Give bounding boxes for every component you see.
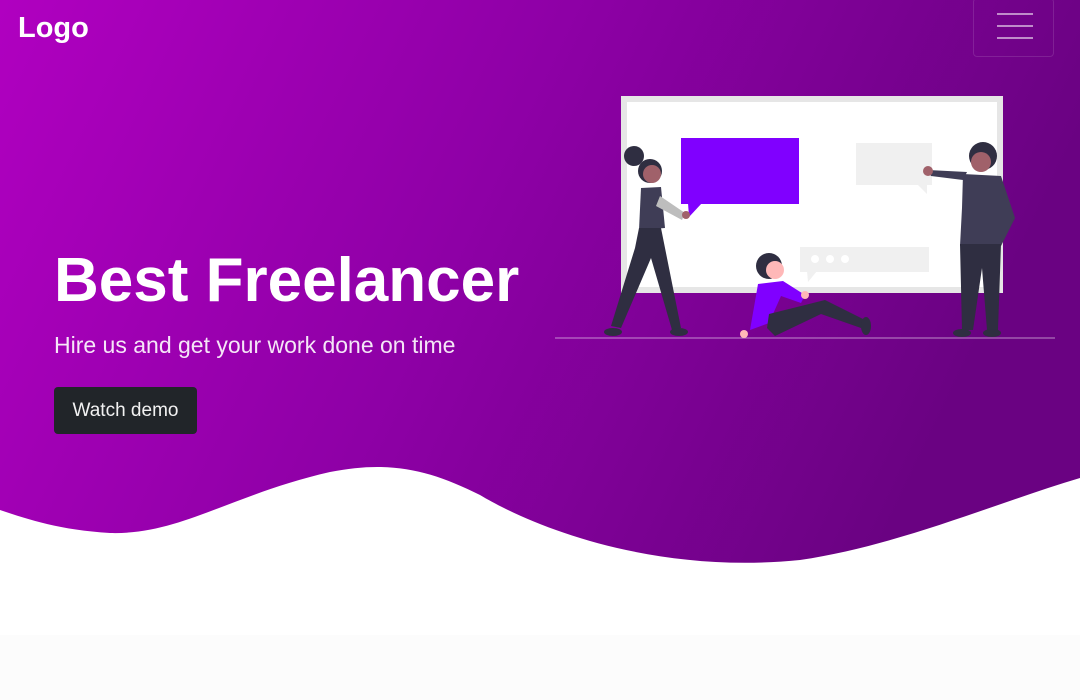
hero-title: Best Freelancer (54, 246, 520, 315)
hamburger-menu-button[interactable] (973, 0, 1054, 57)
next-section-strip (0, 635, 1080, 700)
hero-section: Logo Best Freelancer Hire us and get you… (0, 0, 1080, 700)
team-presentation-illustration (555, 96, 1055, 339)
watch-demo-button[interactable]: Watch demo (54, 387, 197, 434)
navbar: Logo (0, 0, 1080, 58)
hero-subtitle: Hire us and get your work done on time (54, 332, 456, 358)
logo-link[interactable]: Logo (18, 11, 89, 45)
